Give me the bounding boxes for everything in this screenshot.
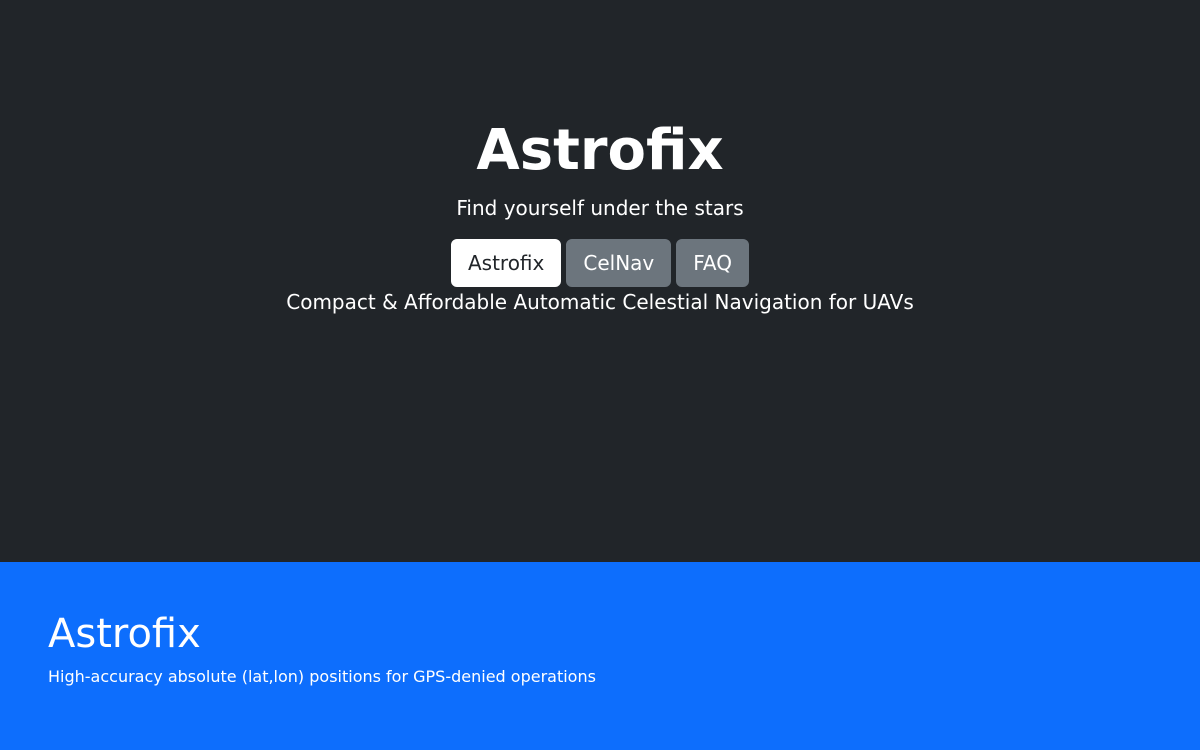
feature-section: Astrofix High-accuracy absolute (lat,lon… bbox=[0, 562, 1200, 750]
nav-button-astrofix[interactable]: Astrofix bbox=[450, 239, 562, 287]
feature-subtitle: High-accuracy absolute (lat,lon) positio… bbox=[48, 667, 596, 686]
nav-button-faq[interactable]: FAQ bbox=[676, 239, 750, 287]
hero-section: Astrofix Find yourself under the stars A… bbox=[0, 0, 1200, 562]
hero-tagline: Find yourself under the stars bbox=[456, 196, 744, 220]
nav-button-celnav[interactable]: CelNav bbox=[566, 239, 672, 287]
hero-description: Compact & Affordable Automatic Celestial… bbox=[286, 290, 914, 314]
hero-title: Astrofix bbox=[476, 118, 724, 183]
feature-title: Astrofix bbox=[48, 611, 201, 657]
main-nav: Astrofix CelNav FAQ bbox=[0, 239, 1200, 287]
